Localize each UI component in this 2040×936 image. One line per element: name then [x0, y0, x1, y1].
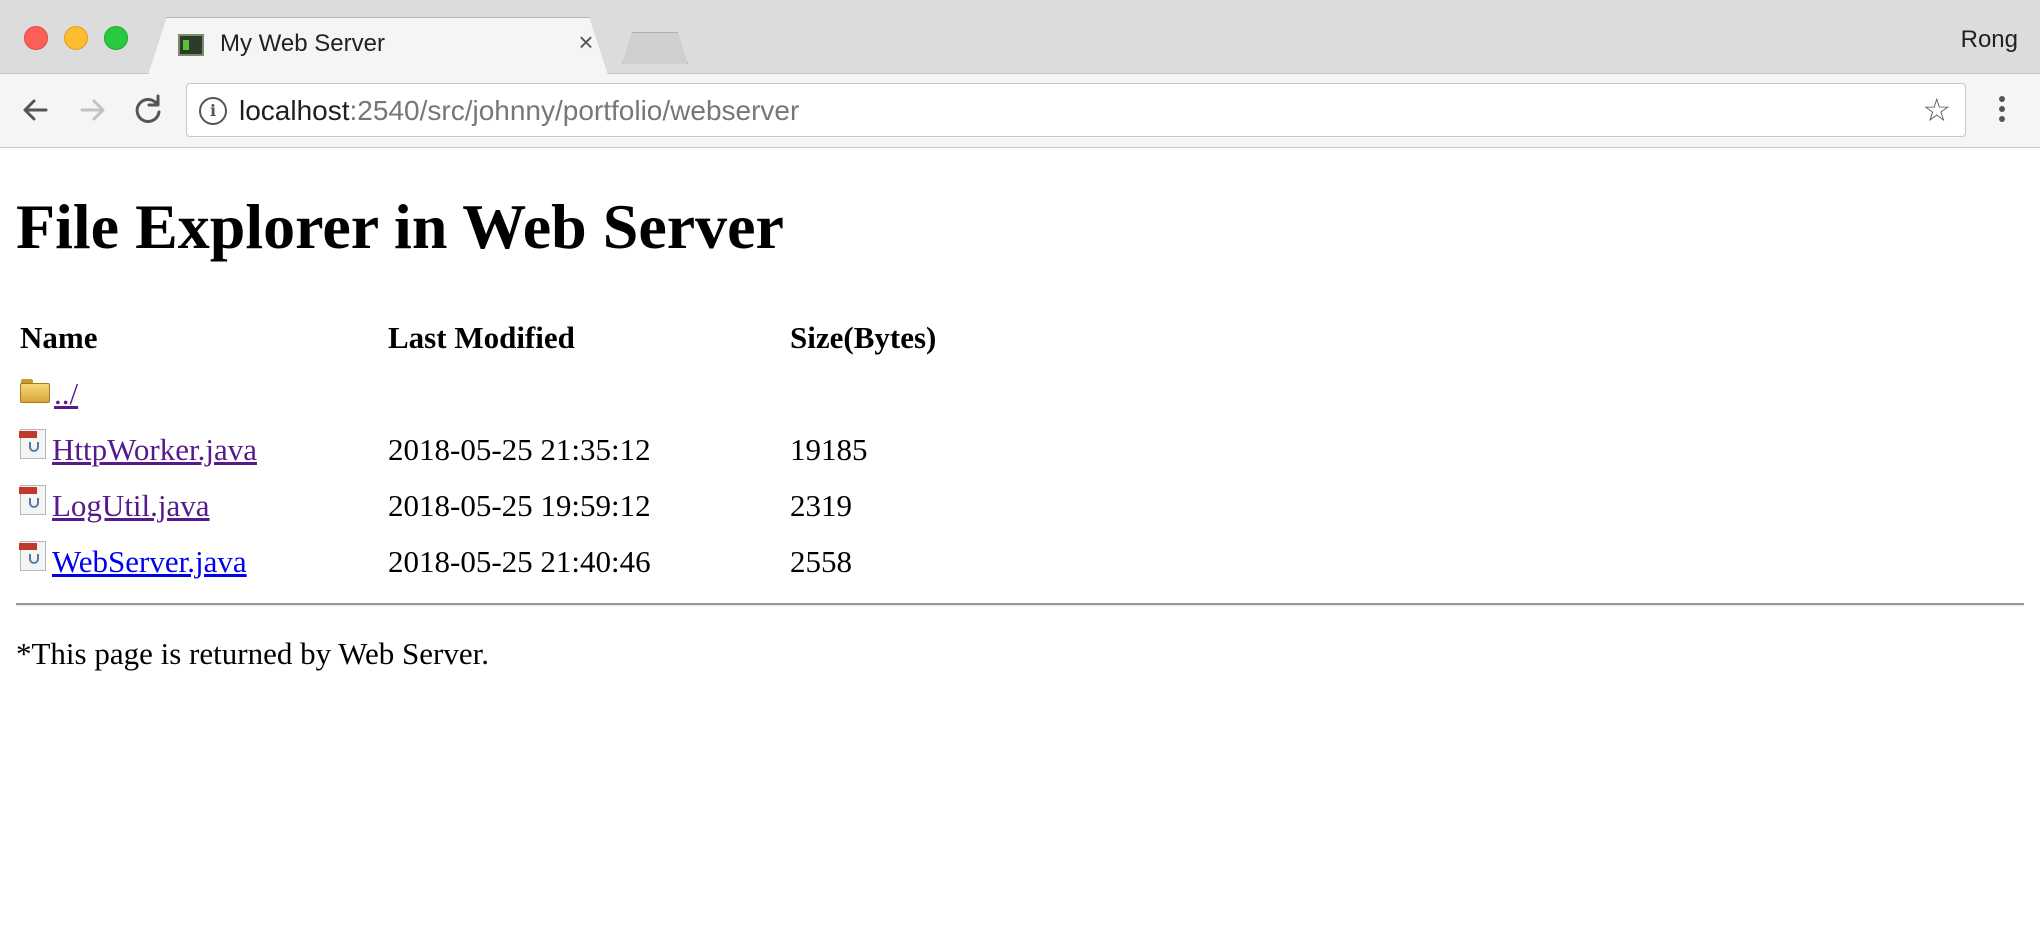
- terminal-favicon-icon: [178, 34, 204, 56]
- maximize-window-button[interactable]: [104, 26, 128, 50]
- size-cell: 2558: [790, 544, 852, 579]
- footer-note: *This page is returned by Web Server.: [16, 636, 490, 671]
- file-link[interactable]: LogUtil.java: [52, 488, 210, 524]
- name-cell: ../: [20, 366, 388, 422]
- bookmark-star-icon[interactable]: ☆: [1922, 92, 1951, 128]
- column-header-name: Name: [20, 320, 98, 355]
- page-content: File Explorer in Web Server Name Last Mo…: [0, 148, 2040, 936]
- forward-button[interactable]: [72, 90, 112, 130]
- table-row: HttpWorker.java 2018-05-25 21:35:12 1918…: [19, 422, 990, 478]
- reload-icon: [135, 94, 161, 123]
- size-cell: 19185: [790, 432, 868, 467]
- java-file-icon: [19, 429, 46, 459]
- browser-chrome: My Web Server × Rong i localhost:2540/sr…: [0, 0, 2040, 148]
- kebab-menu-icon[interactable]: [1990, 92, 2014, 132]
- name-cell: HttpWorker.java: [19, 422, 388, 478]
- size-cell: [790, 366, 990, 422]
- last-modified-cell: 2018-05-25 21:35:12: [388, 432, 651, 467]
- file-table: Name Last Modified Size(Bytes) ../ HttpW…: [19, 310, 990, 590]
- info-icon[interactable]: i: [199, 97, 227, 125]
- last-modified-cell: [388, 366, 790, 422]
- table-row: LogUtil.java 2018-05-25 19:59:12 2319: [19, 478, 990, 534]
- page-title: File Explorer in Web Server: [16, 191, 784, 262]
- minimize-window-button[interactable]: [64, 26, 88, 50]
- close-window-button[interactable]: [24, 26, 48, 50]
- tab-close-icon[interactable]: ×: [574, 29, 598, 55]
- tab-strip: My Web Server × Rong: [0, 0, 2040, 75]
- file-link[interactable]: HttpWorker.java: [52, 432, 257, 468]
- file-link[interactable]: WebServer.java: [52, 544, 247, 580]
- divider: [16, 603, 2024, 606]
- url-host: localhost: [239, 95, 350, 126]
- java-file-icon: [19, 541, 46, 571]
- folder-icon: [20, 379, 52, 403]
- browser-toolbar: i localhost:2540/src/johnny/portfolio/we…: [0, 74, 2040, 148]
- tab-title: My Web Server: [220, 30, 385, 57]
- profile-name[interactable]: Rong: [1961, 26, 2018, 54]
- name-cell: WebServer.java: [19, 534, 388, 590]
- arrow-left-icon: [23, 99, 48, 121]
- address-bar[interactable]: i localhost:2540/src/johnny/portfolio/we…: [186, 83, 1966, 137]
- java-file-icon: [19, 485, 46, 515]
- reload-button[interactable]: [128, 90, 168, 130]
- url-path: :2540/src/johnny/portfolio/webserver: [349, 95, 800, 126]
- size-cell: 2319: [790, 488, 852, 523]
- column-header-size: Size(Bytes): [790, 320, 937, 355]
- column-header-last-modified: Last Modified: [388, 320, 575, 355]
- back-button[interactable]: [16, 90, 56, 130]
- name-cell: LogUtil.java: [19, 478, 388, 534]
- new-tab-button[interactable]: [622, 32, 688, 64]
- url-text[interactable]: localhost:2540/src/johnny/portfolio/webs…: [239, 95, 799, 127]
- table-row: WebServer.java 2018-05-25 21:40:46 2558: [19, 534, 990, 590]
- parent-directory-link[interactable]: ../: [54, 376, 78, 412]
- arrow-right-icon: [80, 99, 105, 121]
- table-row: ../: [20, 366, 990, 422]
- last-modified-cell: 2018-05-25 21:40:46: [388, 544, 651, 579]
- last-modified-cell: 2018-05-25 19:59:12: [388, 488, 651, 523]
- table-header-row: Name Last Modified Size(Bytes): [20, 310, 990, 366]
